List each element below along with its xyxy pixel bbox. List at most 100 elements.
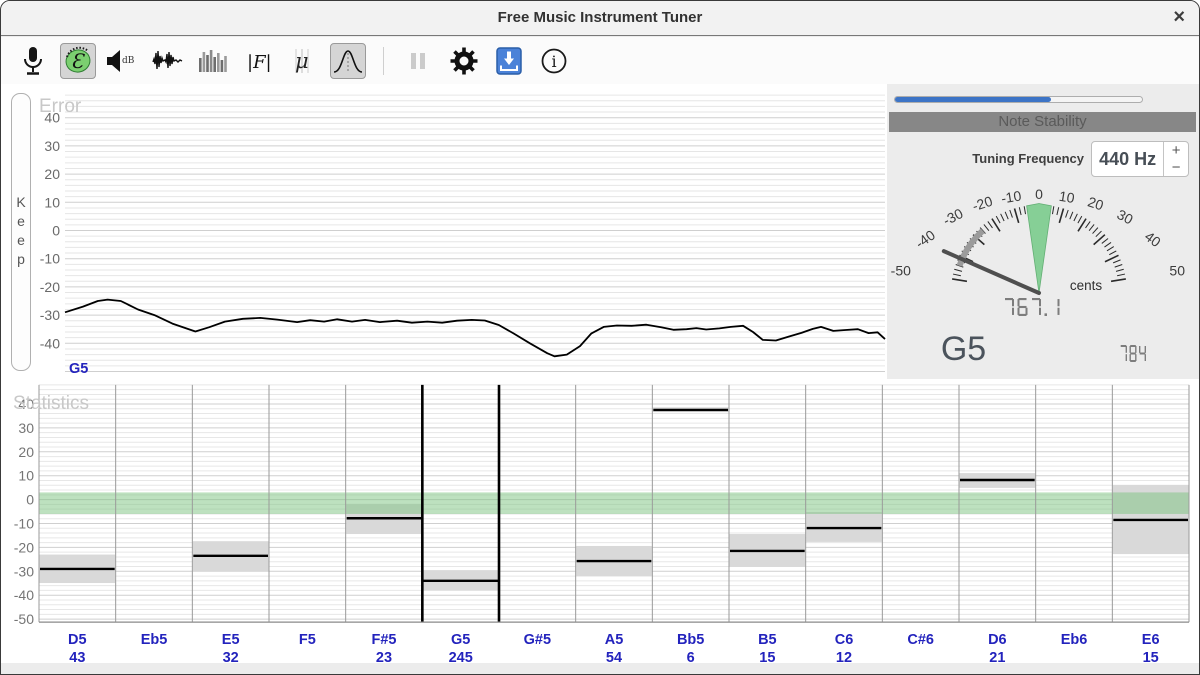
gauge-label: 20 <box>1086 193 1106 213</box>
gauge-label: -20 <box>970 193 994 215</box>
gauge-label: -50 <box>891 263 911 279</box>
error-ytick: 30 <box>44 138 60 154</box>
pause-icon <box>408 51 430 71</box>
note-label: B5 <box>758 632 777 648</box>
note-label: Eb6 <box>1061 632 1088 648</box>
svg-text:i: i <box>552 52 557 71</box>
note-label: D6 <box>988 632 1007 648</box>
stats-ytick: -20 <box>14 539 34 555</box>
note-count: 245 <box>449 650 473 663</box>
stats-ytick: 20 <box>18 444 34 460</box>
note-label: E5 <box>222 632 240 648</box>
pause-button[interactable] <box>401 43 437 79</box>
stats-ytick: 0 <box>26 492 34 508</box>
error-chart: -40-30-20-10010203040ErrorG5 <box>1 84 887 379</box>
cents-gauge: -50-40-30-20-1001020304050 <box>889 186 1199 316</box>
gauge-label: -30 <box>940 205 965 229</box>
gauge-label: -10 <box>1000 187 1023 206</box>
note-label: F#5 <box>372 632 397 648</box>
microphone-icon <box>20 46 46 76</box>
stats-ytick: -10 <box>14 516 34 532</box>
spin-down-button[interactable]: − <box>1164 159 1188 176</box>
note-count: 43 <box>69 650 85 663</box>
note-count: 21 <box>989 650 1005 663</box>
app-window: Free Music Instrument Tuner × Ɛ dB <box>0 0 1200 675</box>
svg-text:|F|: |F| <box>247 52 272 73</box>
speaker-db-icon: dB <box>105 49 141 73</box>
svg-text:dB: dB <box>122 56 135 66</box>
keep-button[interactable]: Keep <box>11 93 31 371</box>
titlebar: Free Music Instrument Tuner × <box>1 1 1199 36</box>
note-label: Bb5 <box>677 632 704 648</box>
tuning-frequency-spinbox[interactable]: 440 Hz + − <box>1091 141 1189 177</box>
tuning-frequency-value[interactable]: 440 Hz <box>1092 142 1163 176</box>
error-ytick: -40 <box>40 335 60 351</box>
note-count: 12 <box>836 650 852 663</box>
error-ytick: 10 <box>44 194 60 210</box>
close-button[interactable]: × <box>1173 1 1185 34</box>
note-count: 54 <box>606 650 622 663</box>
info-icon: i <box>540 47 568 75</box>
note-label: F5 <box>299 632 316 648</box>
measured-frequency-display <box>1004 298 1066 318</box>
waveform-button[interactable] <box>150 43 186 79</box>
stats-ytick: -50 <box>14 611 34 627</box>
stats-ytick: -30 <box>14 563 34 579</box>
error-current-note: G5 <box>69 361 88 377</box>
error-ytick: 20 <box>44 166 60 182</box>
gauge-label: 50 <box>1169 263 1185 279</box>
svg-text:μ: μ <box>295 49 309 73</box>
gauge-label: 30 <box>1115 206 1136 227</box>
statistics-chart: -50-40-30-20-10010203040StatisticsD543Eb… <box>1 379 1200 663</box>
save-button[interactable] <box>491 43 527 79</box>
note-label: A5 <box>605 632 624 648</box>
ear-tuner-button[interactable]: Ɛ <box>60 43 96 79</box>
save-icon <box>496 47 522 75</box>
spin-up-button[interactable]: + <box>1164 142 1188 159</box>
note-count: 15 <box>759 650 775 663</box>
note-stability-meter-fill <box>895 97 1051 102</box>
fourier-icon: |F| <box>243 47 273 75</box>
window-title: Free Music Instrument Tuner <box>1 1 1199 35</box>
note-count: 15 <box>1143 650 1159 663</box>
note-label: G5 <box>451 632 470 648</box>
histogram-icon <box>198 48 228 74</box>
peak-curve-button[interactable] <box>330 43 366 79</box>
gauge-label: 40 <box>1142 228 1164 250</box>
settings-button[interactable] <box>446 43 482 79</box>
mu-icon: μ <box>288 47 318 75</box>
window-footer <box>1 663 1200 675</box>
error-ytick: -20 <box>40 279 60 295</box>
note-count: 32 <box>223 650 239 663</box>
gauge-label: -40 <box>912 226 938 251</box>
toolbar: Ɛ dB <box>1 37 1199 84</box>
note-label: D5 <box>68 632 87 648</box>
tuner-panel: Note Stability Tuning Frequency 440 Hz +… <box>887 84 1200 379</box>
info-button[interactable]: i <box>536 43 572 79</box>
error-ytick: -30 <box>40 307 60 323</box>
stats-ytick: 10 <box>18 468 34 484</box>
toolbar-separator <box>383 47 384 75</box>
error-ytick: -10 <box>40 251 60 267</box>
note-count: 6 <box>687 650 695 663</box>
gauge-label: 10 <box>1058 188 1076 206</box>
stats-ytick: 30 <box>18 420 34 436</box>
note-label: G#5 <box>524 632 551 648</box>
fourier-button[interactable]: |F| <box>240 43 276 79</box>
gear-icon <box>449 46 479 76</box>
cents-unit-label: cents <box>1051 278 1121 293</box>
bell-curve-icon <box>332 47 364 75</box>
svg-text:Ɛ: Ɛ <box>71 49 85 73</box>
note-count: 23 <box>376 650 392 663</box>
waveform-icon <box>152 48 184 74</box>
gauge-needle <box>944 251 1039 293</box>
mu-button[interactable]: μ <box>285 43 321 79</box>
volume-button[interactable]: dB <box>105 43 141 79</box>
note-label: C6 <box>835 632 854 648</box>
target-frequency-display <box>1120 345 1150 363</box>
statistics-title: Statistics <box>13 393 89 414</box>
note-label: C#6 <box>907 632 934 648</box>
detected-note-label: G5 <box>911 330 1016 369</box>
histogram-button[interactable] <box>195 43 231 79</box>
microphone-button[interactable] <box>15 43 51 79</box>
